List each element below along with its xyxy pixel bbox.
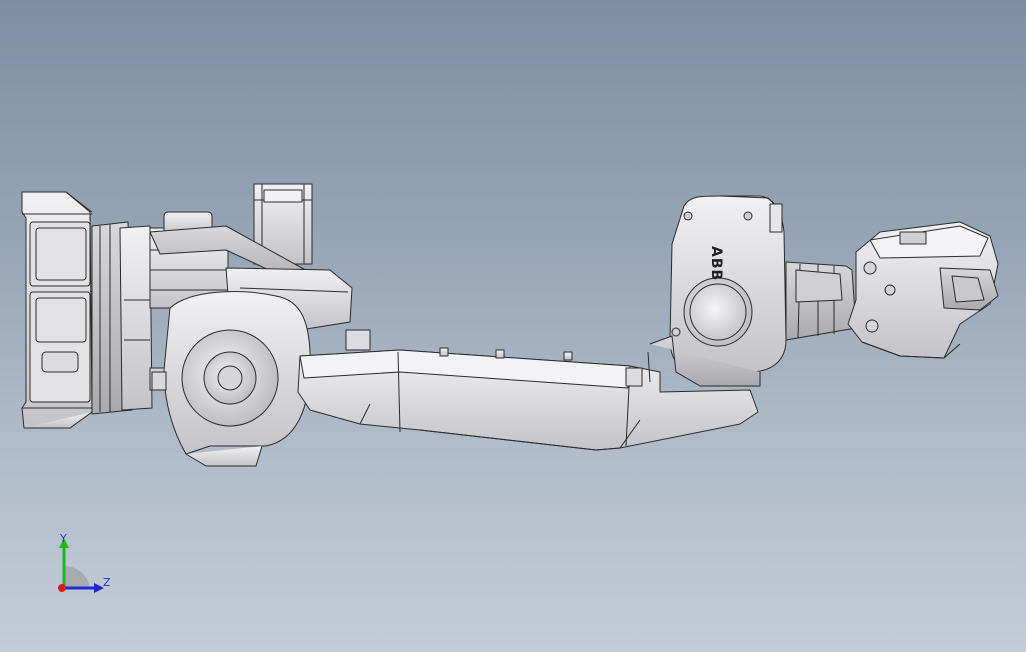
view-orientation-triad: Y Z: [58, 532, 111, 593]
elbow-housing: [647, 195, 787, 387]
forearm-tube: [785, 261, 857, 341]
x-axis-origin: [58, 584, 66, 592]
lower-arm-housing: [151, 291, 311, 467]
graphics-viewport[interactable]: ABB Y Z: [0, 0, 1026, 652]
abb-logo-text: ABB: [708, 246, 724, 281]
z-axis-label: Z: [103, 576, 111, 589]
wrist-head: [847, 221, 999, 359]
triad-quadrant: [64, 565, 90, 588]
y-axis-label: Y: [59, 532, 67, 545]
robot-arm-model[interactable]: ABB Y Z: [0, 0, 1026, 652]
base-flange: [21, 191, 93, 429]
